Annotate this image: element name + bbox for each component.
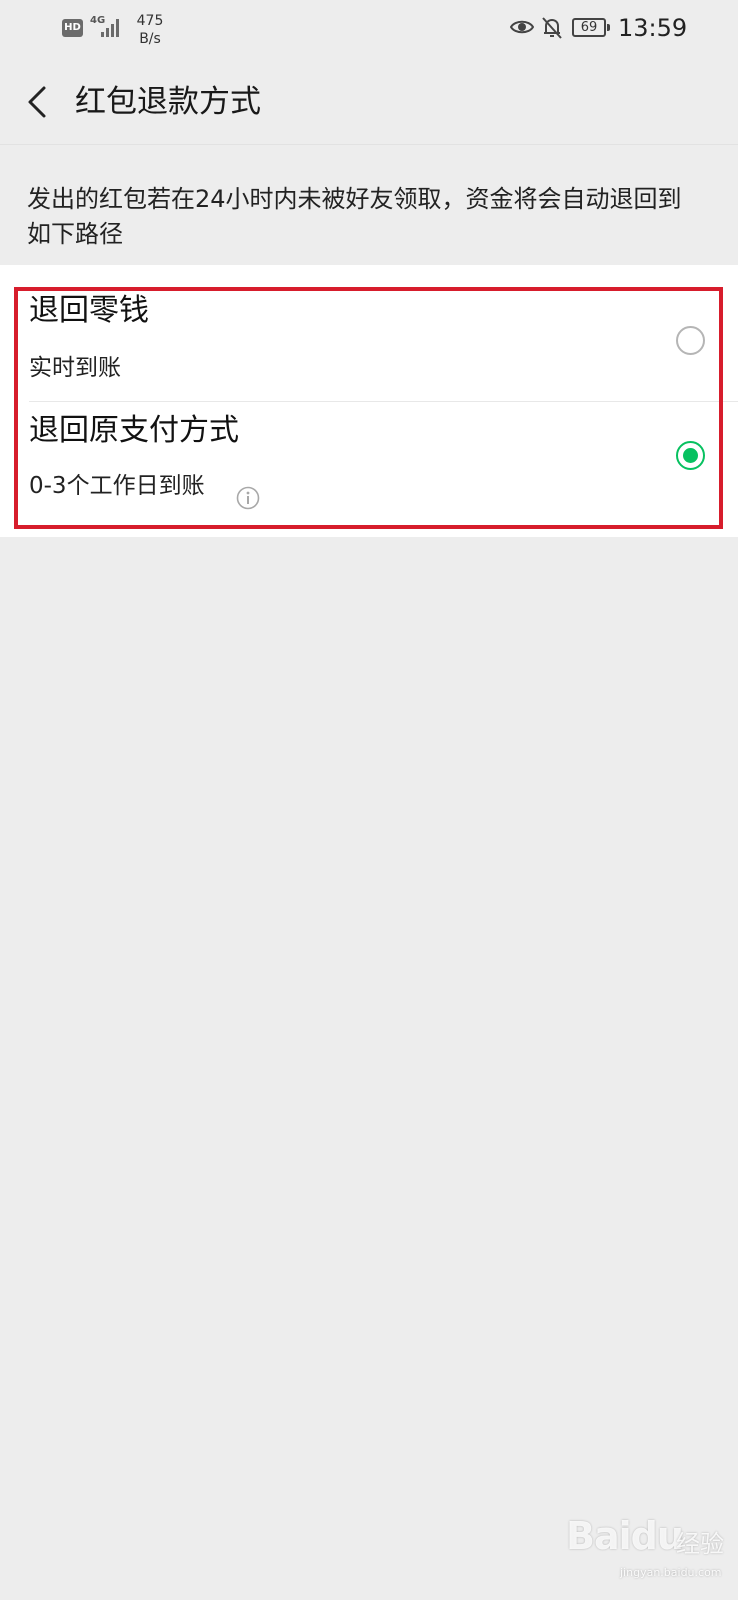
baidu-jingyan-watermark: Baidu 经验 jingyan.baidu.com: [556, 1488, 732, 1588]
option-title: 退回原支付方式: [29, 413, 239, 448]
network-type: 4G: [90, 15, 106, 26]
watermark-brand: Baidu: [566, 1514, 684, 1558]
option-return-to-original-payment[interactable]: 退回原支付方式 0-3个工作日到账: [0, 401, 738, 537]
option-subtitle: 0-3个工作日到账: [29, 473, 205, 499]
option-title: 退回零钱: [29, 293, 149, 328]
clock: 13:59: [618, 14, 688, 42]
watermark-brand-cn: 经验: [676, 1530, 724, 1558]
back-button[interactable]: [14, 76, 62, 128]
eye-icon: [510, 20, 534, 34]
chevron-left-icon: [28, 86, 46, 118]
network-speed: 475 B/s: [132, 12, 168, 48]
description-section: 发出的红包若在24小时内未被好友领取，资金将会自动退回到如下路径: [0, 145, 738, 265]
speed-unit: B/s: [139, 31, 161, 47]
radio-unselected[interactable]: [676, 326, 705, 355]
nav-bar: 红包退款方式: [0, 60, 738, 145]
info-icon[interactable]: [236, 486, 260, 510]
status-bar: HD 4G 475 B/s 69 13:59: [0, 0, 738, 60]
battery-icon: 69: [572, 18, 610, 37]
radio-selected[interactable]: [676, 441, 705, 470]
page-title: 红包退款方式: [75, 84, 261, 120]
option-subtitle: 实时到账: [29, 355, 121, 381]
description-text: 发出的红包若在24小时内未被好友领取，资金将会自动退回到如下路径: [27, 185, 682, 248]
refund-options-list: 退回零钱 实时到账 退回原支付方式 0-3个工作日到账: [0, 265, 738, 537]
watermark-url: jingyan.baidu.com: [620, 1566, 722, 1579]
speed-value: 475: [136, 13, 164, 29]
bell-off-icon: [542, 17, 562, 39]
option-return-to-change[interactable]: 退回零钱 实时到账: [0, 285, 738, 401]
hd-badge: HD: [62, 19, 83, 37]
